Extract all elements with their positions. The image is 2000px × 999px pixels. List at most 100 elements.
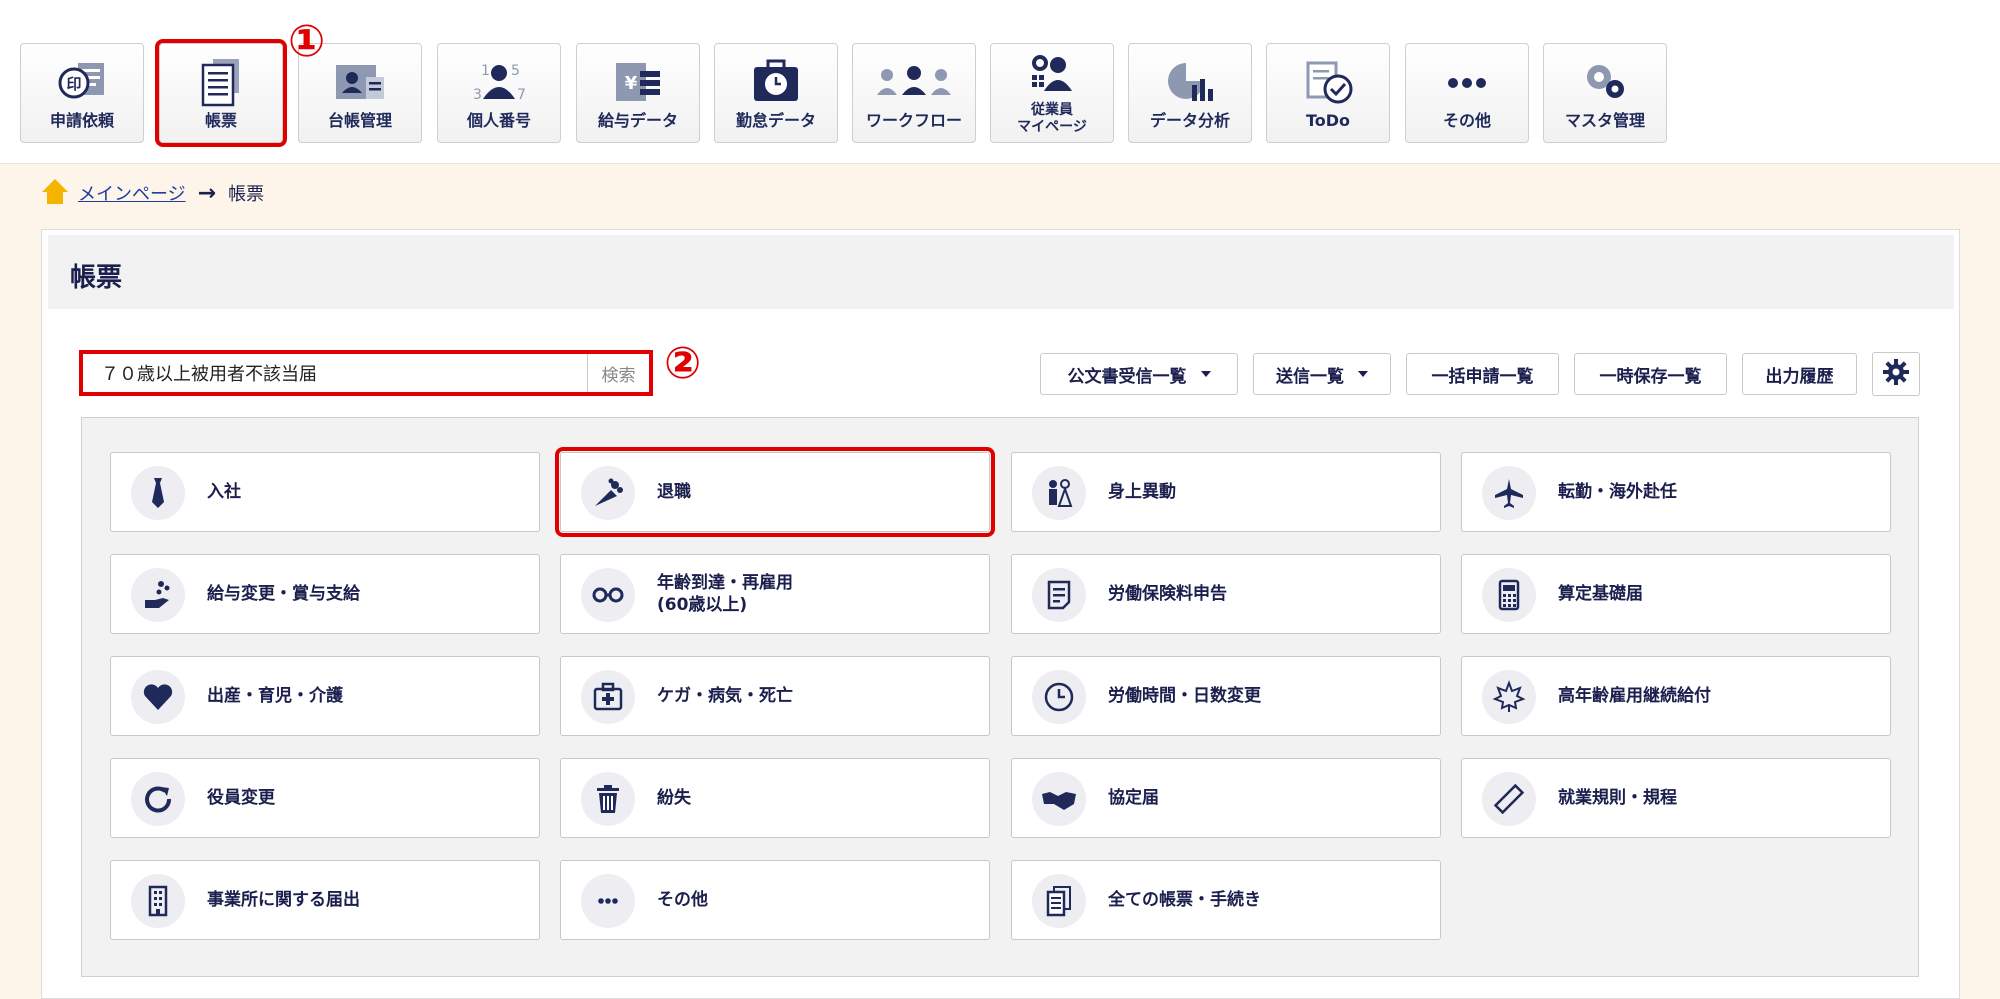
nav-label: その他: [1442, 111, 1491, 130]
category-label: 労働保険料申告: [1108, 584, 1227, 604]
more-dots-icon: [581, 874, 635, 928]
nav-other[interactable]: その他: [1405, 43, 1529, 143]
category-label: 退職: [657, 482, 691, 502]
received-documents-dropdown[interactable]: 公文書受信一覧: [1040, 353, 1238, 395]
breadcrumb-home-link[interactable]: メインページ: [78, 180, 186, 206]
arrow-right-icon: →: [197, 180, 217, 206]
category-age-reemployment[interactable]: 年齢到達・再雇用 (60歳以上): [560, 554, 990, 634]
category-label: 高年齢雇用継続給付: [1558, 686, 1711, 706]
svg-text:¥: ¥: [625, 73, 638, 94]
search-button[interactable]: 検索: [587, 354, 649, 392]
category-label: 協定届: [1108, 788, 1159, 808]
todo-check-icon: [1267, 56, 1389, 108]
category-salary-bonus[interactable]: 給与変更・賞与支給: [110, 554, 540, 634]
hand-coins-icon: [131, 568, 185, 622]
svg-text:1: 1: [481, 63, 490, 79]
search-box: 検索: [79, 350, 653, 396]
nav-workflow[interactable]: ワークフロー: [852, 43, 976, 143]
nav-label: 従業員 マイページ: [1017, 102, 1087, 135]
nav-label: 申請依頼: [49, 111, 114, 130]
callout-marker-1: ①: [288, 16, 326, 67]
calculator-icon: [1482, 568, 1536, 622]
category-label: 紛失: [657, 788, 691, 808]
nav-label: データ分析: [1149, 111, 1230, 130]
category-working-hours[interactable]: 労働時間・日数変更: [1011, 656, 1441, 736]
sent-list-dropdown[interactable]: 送信一覧: [1253, 353, 1391, 395]
output-history-button[interactable]: 出力履歴: [1742, 353, 1857, 395]
category-injury-illness[interactable]: ケガ・病気・死亡: [560, 656, 990, 736]
refresh-icon: [131, 772, 185, 826]
document-list-icon: [160, 56, 282, 108]
category-work-rules[interactable]: 就業規則・規程: [1461, 758, 1891, 838]
stamp-icon: 印: [21, 56, 143, 108]
category-label: その他: [657, 890, 708, 910]
search-input[interactable]: [83, 354, 587, 392]
employee-gear-icon: [991, 50, 1113, 102]
category-joining[interactable]: 入社: [110, 452, 540, 532]
category-calculation-basis[interactable]: 算定基礎届: [1461, 554, 1891, 634]
saved-list-button[interactable]: 一時保存一覧: [1574, 353, 1727, 395]
category-childbirth-care[interactable]: 出産・育児・介護: [110, 656, 540, 736]
nav-personal-number[interactable]: 1537 個人番号: [437, 43, 561, 143]
clock-bag-icon: [715, 56, 837, 108]
nav-forms[interactable]: 帳票: [155, 39, 287, 147]
category-agreement[interactable]: 協定届: [1011, 758, 1441, 838]
building-icon: [131, 874, 185, 928]
caret-down-icon: [1200, 371, 1211, 377]
category-label: 転勤・海外赴任: [1558, 482, 1677, 502]
nav-label: 台帳管理: [327, 111, 392, 130]
nav-todo[interactable]: ToDo: [1266, 43, 1390, 143]
bouquet-icon: [581, 466, 635, 520]
category-label: 算定基礎届: [1558, 584, 1643, 604]
callout-marker-2: ②: [664, 338, 702, 389]
category-label: 給与変更・賞与支給: [207, 584, 360, 604]
category-labor-insurance[interactable]: 労働保険料申告: [1011, 554, 1441, 634]
home-icon[interactable]: [40, 176, 70, 211]
nav-payroll-data[interactable]: ¥ 給与データ: [576, 43, 700, 143]
svg-text:印: 印: [66, 75, 81, 93]
category-other[interactable]: その他: [560, 860, 990, 940]
nav-apply-request[interactable]: 印 申請依頼: [20, 43, 144, 143]
category-label: 事業所に関する届出: [207, 890, 360, 910]
chart-icon: [1129, 56, 1251, 108]
category-label: 入社: [207, 482, 241, 502]
nav-employee-mypage[interactable]: 従業員 マイページ: [990, 43, 1114, 143]
gears-icon: [1544, 56, 1666, 108]
person-number-icon: 1537: [438, 56, 560, 108]
category-label: ケガ・病気・死亡: [657, 686, 793, 706]
panel-header: 帳票: [48, 235, 1954, 309]
first-aid-icon: [581, 670, 635, 724]
nav-master-management[interactable]: マスタ管理: [1543, 43, 1667, 143]
nav-data-analysis[interactable]: データ分析: [1128, 43, 1252, 143]
category-loss[interactable]: 紛失: [560, 758, 990, 838]
category-office-notification[interactable]: 事業所に関する届出: [110, 860, 540, 940]
category-label: 就業規則・規程: [1558, 788, 1677, 808]
nav-attendance-data[interactable]: 勤怠データ: [714, 43, 838, 143]
settings-gear-button[interactable]: [1872, 352, 1920, 396]
trash-icon: [581, 772, 635, 826]
payroll-icon: ¥: [577, 56, 699, 108]
airplane-icon: [1482, 466, 1536, 520]
category-personal-change[interactable]: 身上異動: [1011, 452, 1441, 532]
sent-list-label: 送信一覧: [1276, 366, 1344, 387]
caret-down-icon: [1358, 371, 1368, 377]
page-title: 帳票: [70, 263, 123, 293]
category-officer-change[interactable]: 役員変更: [110, 758, 540, 838]
category-all-forms[interactable]: 全ての帳票・手続き: [1011, 860, 1441, 940]
bulk-request-list-button[interactable]: 一括申請一覧: [1406, 353, 1559, 395]
category-label: 身上異動: [1108, 482, 1176, 502]
nav-label: ToDo: [1305, 111, 1351, 130]
category-transfer-overseas[interactable]: 転勤・海外赴任: [1461, 452, 1891, 532]
svg-text:7: 7: [517, 87, 526, 103]
category-label: 役員変更: [207, 788, 275, 808]
necktie-icon: [131, 466, 185, 520]
category-elderly-employment[interactable]: 高年齢雇用継続給付: [1461, 656, 1891, 736]
category-retirement[interactable]: 退職: [555, 447, 995, 537]
couple-icon: [1032, 466, 1086, 520]
maple-leaf-icon: [1482, 670, 1536, 724]
nav-label: 個人番号: [466, 111, 531, 130]
heart-icon: [131, 670, 185, 724]
documents-icon: [1032, 874, 1086, 928]
ruler-icon: [1482, 772, 1536, 826]
breadcrumb-current: 帳票: [228, 184, 265, 205]
